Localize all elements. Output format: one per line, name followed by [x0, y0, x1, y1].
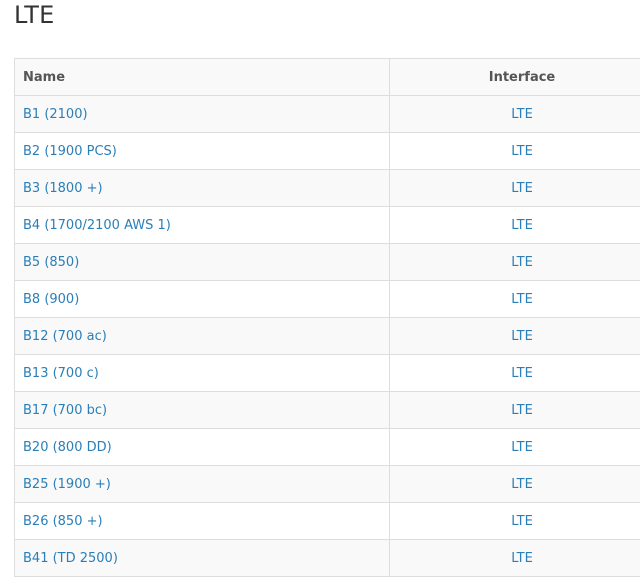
interface-link[interactable]: LTE — [389, 354, 640, 392]
table-row: B2 (1900 PCS) LTE — [14, 132, 640, 170]
interface-link[interactable]: LTE — [389, 243, 640, 281]
band-name-link[interactable]: B5 (850) — [14, 243, 390, 281]
column-header-name[interactable]: Name — [14, 58, 390, 96]
table-row: B17 (700 bc) LTE — [14, 391, 640, 429]
table-header-row: Name Interface — [14, 58, 640, 96]
table-row: B3 (1800 +) LTE — [14, 169, 640, 207]
band-name-link[interactable]: B41 (TD 2500) — [14, 539, 390, 577]
interface-link[interactable]: LTE — [389, 502, 640, 540]
interface-link[interactable]: LTE — [389, 132, 640, 170]
band-name-link[interactable]: B20 (800 DD) — [14, 428, 390, 466]
band-name-link[interactable]: B3 (1800 +) — [14, 169, 390, 207]
column-header-interface[interactable]: Interface — [389, 58, 640, 96]
table-row: B13 (700 c) LTE — [14, 354, 640, 392]
interface-link[interactable]: LTE — [389, 391, 640, 429]
interface-link[interactable]: LTE — [389, 206, 640, 244]
band-name-link[interactable]: B26 (850 +) — [14, 502, 390, 540]
band-name-link[interactable]: B4 (1700/2100 AWS 1) — [14, 206, 390, 244]
table-row: B1 (2100) LTE — [14, 95, 640, 133]
band-name-link[interactable]: B8 (900) — [14, 280, 390, 318]
table-row: B25 (1900 +) LTE — [14, 465, 640, 503]
interface-link[interactable]: LTE — [389, 280, 640, 318]
band-name-link[interactable]: B25 (1900 +) — [14, 465, 390, 503]
band-name-link[interactable]: B13 (700 c) — [14, 354, 390, 392]
table-row: B41 (TD 2500) LTE — [14, 539, 640, 577]
table-row: B4 (1700/2100 AWS 1) LTE — [14, 206, 640, 244]
band-name-link[interactable]: B1 (2100) — [14, 95, 390, 133]
interface-link[interactable]: LTE — [389, 95, 640, 133]
interface-link[interactable]: LTE — [389, 539, 640, 577]
table-row: B8 (900) LTE — [14, 280, 640, 318]
page-title: LTE — [14, 1, 55, 29]
interface-link[interactable]: LTE — [389, 465, 640, 503]
interface-link[interactable]: LTE — [389, 428, 640, 466]
table-row: B5 (850) LTE — [14, 243, 640, 281]
interface-link[interactable]: LTE — [389, 169, 640, 207]
band-name-link[interactable]: B12 (700 ac) — [14, 317, 390, 355]
interface-link[interactable]: LTE — [389, 317, 640, 355]
table-row: B20 (800 DD) LTE — [14, 428, 640, 466]
band-name-link[interactable]: B2 (1900 PCS) — [14, 132, 390, 170]
table-row: B26 (850 +) LTE — [14, 502, 640, 540]
table-row: B12 (700 ac) LTE — [14, 317, 640, 355]
lte-bands-table: Name Interface B1 (2100) LTE B2 (1900 PCS)… — [14, 58, 640, 577]
table-body: B1 (2100) LTE B2 (1900 PCS) LTE B3 (1800 +) L… — [14, 95, 640, 577]
band-name-link[interactable]: B17 (700 bc) — [14, 391, 390, 429]
